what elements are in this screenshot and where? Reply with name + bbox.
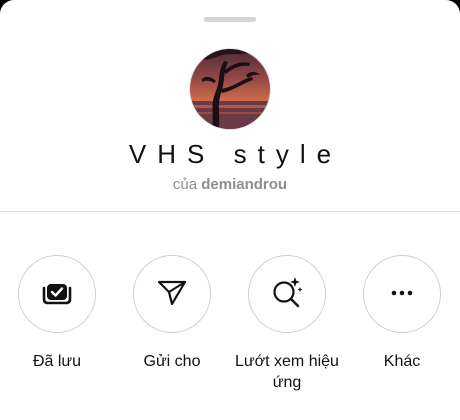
browse-effects-label: Lướt xem hiệu ứng	[235, 353, 339, 391]
saved-label: Đã lưu	[32, 353, 82, 370]
sheet-grabber[interactable]	[204, 17, 256, 22]
more-label: Khác	[383, 353, 421, 370]
more-action[interactable]: Khác	[352, 255, 452, 372]
saved-check-icon	[40, 275, 74, 314]
send-to-label: Gửi cho	[143, 353, 201, 370]
author-link[interactable]: demiandrou	[201, 176, 287, 193]
sunset-tree-image	[190, 49, 270, 129]
browse-effects-sparkle-icon	[269, 274, 305, 315]
effect-byline: của demiandrou	[0, 175, 460, 195]
effect-name: VHS style	[128, 139, 343, 169]
saved-action[interactable]: Đã lưu	[7, 255, 107, 372]
divider	[0, 211, 460, 212]
byline-prefix: của	[172, 176, 198, 193]
send-to-button[interactable]	[133, 255, 211, 333]
send-to-action[interactable]: Gửi cho	[122, 255, 222, 372]
bottom-sheet: VHS style của demiandrou Đã lưu Gửi cho …	[0, 0, 460, 420]
more-dots-icon	[387, 285, 417, 303]
browse-effects-action[interactable]: Lướt xem hiệu ứng	[235, 255, 339, 393]
saved-button[interactable]	[18, 255, 96, 333]
browse-effects-button[interactable]	[248, 255, 326, 333]
more-button[interactable]	[363, 255, 441, 333]
send-paper-plane-icon	[155, 275, 189, 314]
effect-thumbnail[interactable]	[190, 49, 270, 129]
